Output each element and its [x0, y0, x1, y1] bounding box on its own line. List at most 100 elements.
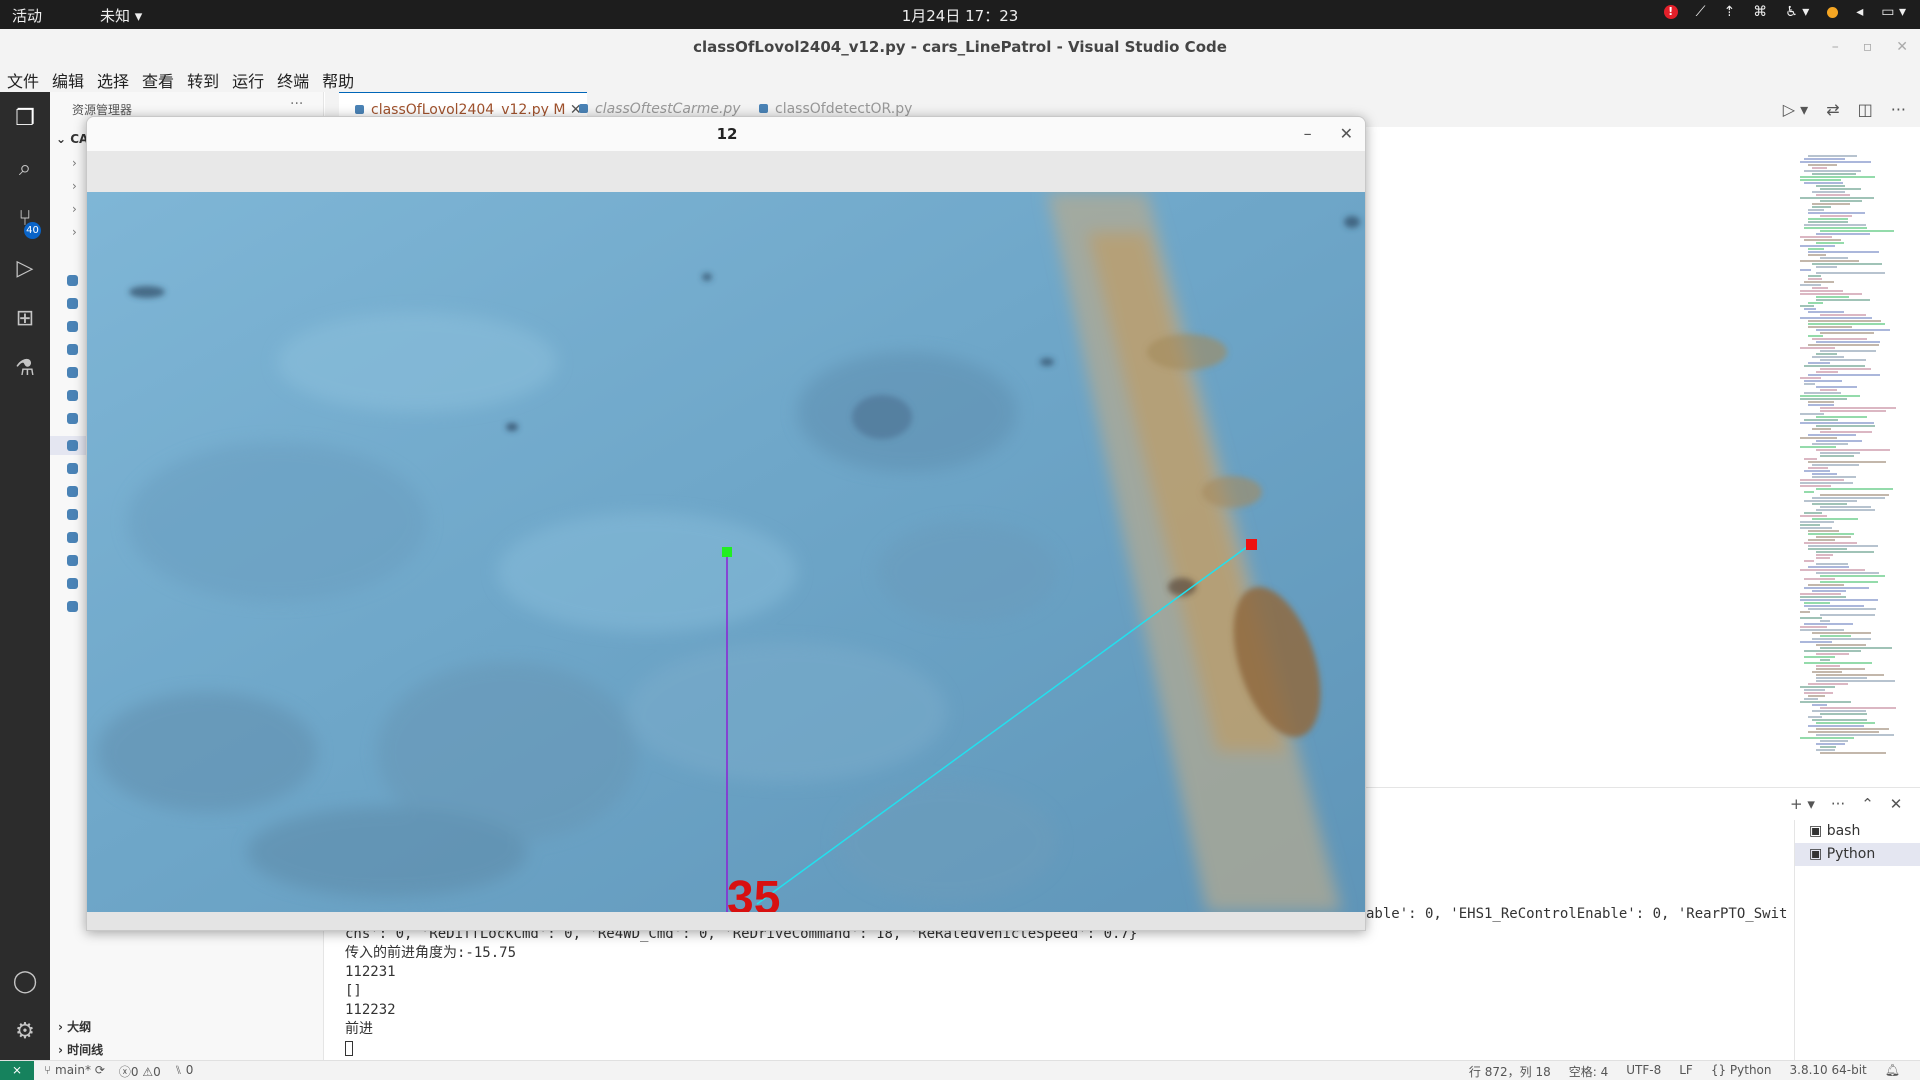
- indentation[interactable]: 空格: 4: [1569, 1063, 1609, 1080]
- menu-run[interactable]: 运行: [225, 65, 270, 92]
- more-actions-icon[interactable]: ···: [1891, 100, 1906, 119]
- python-file-icon[interactable]: [67, 463, 78, 474]
- accessibility-icon[interactable]: ♿ ▾: [1785, 4, 1809, 20]
- folder-chevron-icon[interactable]: ›: [72, 179, 77, 193]
- python-file-icon[interactable]: [67, 440, 78, 451]
- remote-indicator-icon[interactable]: ⨯: [0, 1061, 34, 1080]
- extensions-icon[interactable]: ⊞: [10, 304, 40, 334]
- new-terminal-icon[interactable]: + ▾: [1790, 795, 1815, 813]
- minimap-line: [1808, 731, 1879, 733]
- minimap-line: [1808, 218, 1848, 220]
- clock[interactable]: 1月24日 17：23: [0, 5, 1920, 26]
- input-method-icon[interactable]: ⟋: [1696, 4, 1706, 20]
- python-file-icon[interactable]: [67, 413, 78, 424]
- minimap-line: [1812, 719, 1867, 721]
- battery-icon[interactable]: ▭ ▾: [1881, 4, 1906, 20]
- python-file-icon[interactable]: [67, 578, 78, 589]
- network-icon[interactable]: ⇡: [1723, 4, 1735, 20]
- python-file-icon[interactable]: [67, 367, 78, 378]
- run-python-icon[interactable]: ▷ ▾: [1783, 100, 1808, 119]
- tab-label: classOfdetectOR.py: [775, 101, 913, 117]
- maximize-panel-icon[interactable]: ⌃: [1861, 795, 1874, 813]
- python-file-icon[interactable]: [67, 390, 78, 401]
- minimap-line: [1816, 488, 1893, 490]
- minimap-line: [1812, 206, 1831, 208]
- minimap-line: [1820, 410, 1886, 412]
- notification-dot-icon[interactable]: [1827, 6, 1839, 18]
- minimap-line: [1808, 278, 1822, 280]
- scm-badge: 40: [24, 222, 41, 239]
- folder-chevron-icon[interactable]: ›: [72, 225, 77, 239]
- minimap-line: [1816, 416, 1867, 418]
- python-interpreter[interactable]: 3.8.10 64-bit: [1790, 1063, 1867, 1080]
- terminal-output[interactable]: chs': 0, 'ReDiffLockCmd': 0, 'Re4WD_Cmd'…: [345, 925, 1137, 1058]
- menu-edit[interactable]: 编辑: [45, 65, 90, 92]
- minimap-line: [1804, 650, 1861, 652]
- more-actions-icon[interactable]: ···: [290, 96, 303, 112]
- problems-indicator[interactable]: ⓧ0 ⚠0: [119, 1063, 161, 1080]
- minimize-icon[interactable]: –: [1832, 29, 1839, 65]
- folder-chevron-icon[interactable]: ›: [72, 202, 77, 216]
- timeline-section[interactable]: › 时间线: [58, 1041, 103, 1058]
- menu-terminal[interactable]: 终端: [270, 65, 315, 92]
- notifications-bell-icon[interactable]: 🔔︎: [1885, 1063, 1900, 1080]
- language-mode[interactable]: {} Python: [1711, 1063, 1772, 1080]
- menu-help[interactable]: 帮助: [315, 65, 360, 92]
- minimap-line: [1800, 284, 1821, 286]
- minimap-line: [1820, 314, 1866, 316]
- python-file-icon[interactable]: [67, 555, 78, 566]
- encoding[interactable]: UTF-8: [1626, 1063, 1661, 1080]
- python-file-icon[interactable]: [67, 532, 78, 543]
- split-editor-icon[interactable]: ◫: [1858, 100, 1873, 119]
- project-folder[interactable]: ⌄ CA: [56, 132, 88, 146]
- cv-window-controls: – ✕: [1304, 117, 1353, 151]
- close-icon[interactable]: ✕: [1340, 117, 1353, 151]
- cursor-position[interactable]: 行 872，列 18: [1469, 1063, 1551, 1080]
- menu-view[interactable]: 查看: [135, 65, 180, 92]
- tab-label: classOftestCarme.py: [595, 101, 741, 117]
- close-panel-icon[interactable]: ✕: [1890, 795, 1903, 813]
- cv-window-titlebar[interactable]: 12 – ✕: [87, 117, 1365, 151]
- python-file-icon[interactable]: [67, 321, 78, 332]
- menu-file[interactable]: 文件: [0, 65, 45, 92]
- minimap-line: [1800, 236, 1832, 238]
- settings-gear-icon[interactable]: ⚙: [10, 1017, 40, 1047]
- more-actions-icon[interactable]: ···: [1831, 795, 1845, 813]
- python-file-icon[interactable]: [67, 509, 78, 520]
- explorer-icon[interactable]: ❐: [10, 104, 40, 134]
- terminal-item-python[interactable]: ▣ Python: [1795, 843, 1920, 866]
- minimap-line: [1804, 182, 1843, 184]
- python-file-icon[interactable]: [67, 486, 78, 497]
- minimize-icon[interactable]: –: [1304, 117, 1312, 151]
- folder-chevron-icon[interactable]: ›: [72, 156, 77, 170]
- minimap-line: [1800, 737, 1854, 739]
- outline-section[interactable]: › 大纲: [58, 1018, 91, 1035]
- command-icon[interactable]: ⌘: [1753, 4, 1767, 20]
- menu-selection[interactable]: 选择: [90, 65, 135, 92]
- minimap-line: [1800, 245, 1835, 247]
- testing-icon[interactable]: ⚗: [10, 354, 40, 384]
- run-debug-icon[interactable]: ▷: [10, 254, 40, 284]
- terminal-line: 传入的前进角度为:-15.75: [345, 945, 517, 961]
- python-file-icon[interactable]: [67, 601, 78, 612]
- menu-go[interactable]: 转到: [180, 65, 225, 92]
- volume-icon[interactable]: ◂: [1856, 4, 1863, 20]
- end-of-line[interactable]: LF: [1679, 1063, 1693, 1080]
- minimap-line: [1800, 347, 1835, 349]
- close-icon[interactable]: ✕: [1896, 29, 1908, 65]
- opencv-image-window[interactable]: 12 – ✕ 35: [86, 116, 1366, 931]
- python-file-icon[interactable]: [67, 275, 78, 286]
- maximize-icon[interactable]: ▫: [1863, 29, 1873, 65]
- alert-icon[interactable]: !: [1663, 5, 1678, 19]
- account-icon[interactable]: ◯: [10, 967, 40, 997]
- minimap-line: [1816, 296, 1849, 298]
- ports-indicator[interactable]: ⑊ 0: [175, 1063, 194, 1080]
- python-file-icon[interactable]: [67, 298, 78, 309]
- python-file-icon[interactable]: [67, 344, 78, 355]
- minimap-line: [1808, 434, 1856, 436]
- branch-indicator[interactable]: ⑂ main* ⟳: [44, 1063, 105, 1080]
- minimap[interactable]: [1800, 155, 1908, 765]
- terminal-item-bash[interactable]: ▣ bash: [1795, 820, 1920, 843]
- search-icon[interactable]: ⌕: [10, 154, 40, 184]
- open-changes-icon[interactable]: ⇄: [1826, 100, 1839, 119]
